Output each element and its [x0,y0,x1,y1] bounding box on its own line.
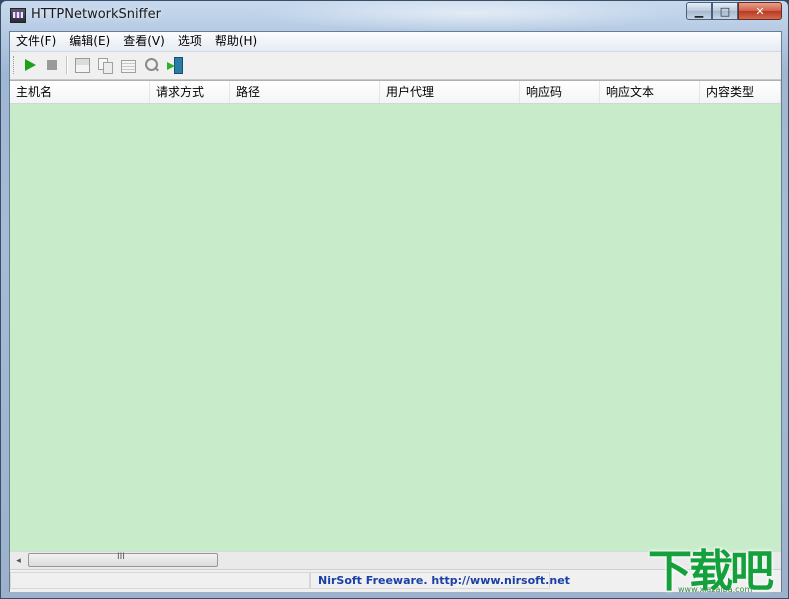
properties-button[interactable] [119,56,137,74]
menu-bar: 文件(F) 编辑(E) 查看(V) 选项 帮助(H) [10,32,781,52]
status-pane-left [10,572,310,589]
close-button[interactable]: ✕ [738,2,782,20]
app-icon[interactable] [10,8,26,23]
maximize-button[interactable]: □ [712,2,738,20]
watermark-logo: 下载吧 www.xiazaiba.com [648,535,788,597]
title-bar[interactable]: HTTPNetworkSniffer ▁ □ ✕ [1,1,789,31]
list-header: 主机名 请求方式 路径 用户代理 响应码 响应文本 内容类型 [10,81,781,104]
menu-help[interactable]: 帮助(H) [209,32,264,51]
scrollbar-grip: III [117,552,125,562]
menu-options[interactable]: 选项 [172,32,209,51]
column-header-hostname[interactable]: 主机名 [10,81,150,103]
exit-button[interactable] [166,56,184,74]
toolbar-grip[interactable] [13,56,16,74]
start-capture-button[interactable] [21,56,39,74]
column-header-user-agent[interactable]: 用户代理 [380,81,520,103]
client-area: 文件(F) 编辑(E) 查看(V) 选项 帮助(H) 主机名 请求方式 路径 用… [9,31,782,592]
menu-edit[interactable]: 编辑(E) [63,32,117,51]
toolbar [10,52,781,80]
toolbar-separator [66,56,68,74]
caption-buttons: ▁ □ ✕ [686,2,782,20]
minimize-button[interactable]: ▁ [686,2,712,20]
menu-file[interactable]: 文件(F) [10,32,63,51]
menu-view[interactable]: 查看(V) [117,32,172,51]
find-button[interactable] [142,56,160,74]
scroll-left-arrow[interactable]: ◂ [10,552,27,569]
column-header-status-code[interactable]: 响应码 [520,81,600,103]
copy-button[interactable] [96,56,114,74]
column-header-content-type[interactable]: 内容类型 [700,81,781,103]
window-title: HTTPNetworkSniffer [31,7,161,22]
nirsoft-link[interactable]: NirSoft Freeware. http://www.nirsoft.net [318,574,570,587]
requests-list[interactable]: 主机名 请求方式 路径 用户代理 响应码 响应文本 内容类型 ◂ III [10,80,781,570]
stop-capture-button[interactable] [43,56,61,74]
column-header-path[interactable]: 路径 [230,81,380,103]
column-header-status-text[interactable]: 响应文本 [600,81,700,103]
watermark-url: www.xiazaiba.com [678,585,753,594]
column-header-method[interactable]: 请求方式 [150,81,230,103]
scrollbar-thumb[interactable]: III [28,552,218,567]
save-button[interactable] [73,56,91,74]
application-window: HTTPNetworkSniffer ▁ □ ✕ 文件(F) 编辑(E) 查看(… [0,0,789,599]
